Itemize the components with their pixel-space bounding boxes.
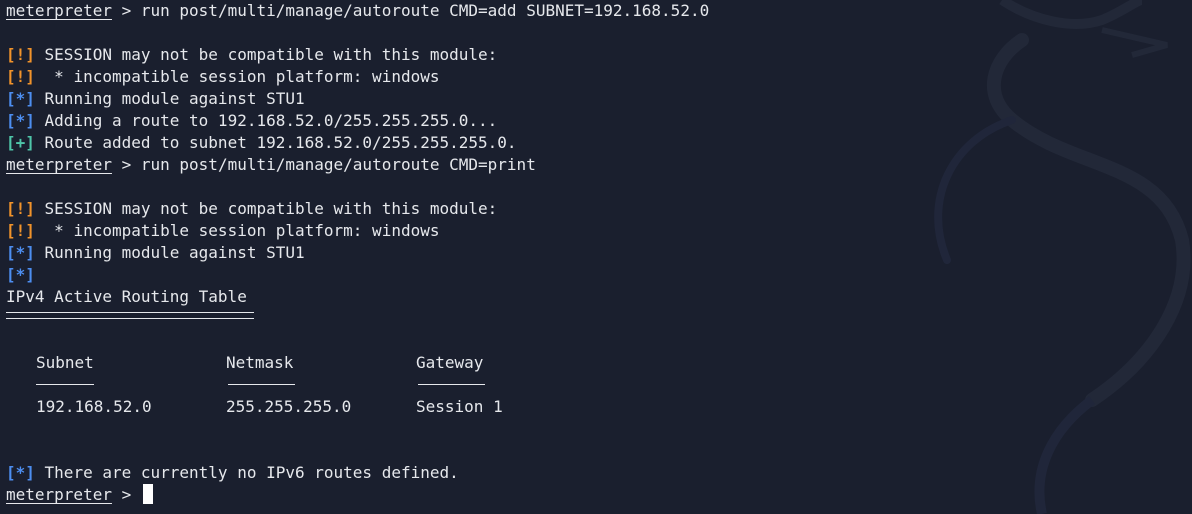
output-line: [*] Adding a route to 192.168.52.0/255.2… [6,110,1186,132]
output-text: Running module against STU1 [34,89,305,108]
info-tag: [*] [6,243,35,262]
text-cursor[interactable] [142,484,153,504]
output-text: Route added to subnet 192.168.52.0/255.2… [34,133,517,152]
info-tag: [*] [6,265,35,284]
info-tag: [*] [6,89,35,108]
output-line: [*] There are currently no IPv6 routes d… [6,462,1186,484]
cell-netmask: 255.255.255.0 [226,397,352,416]
success-tag: [+] [6,133,35,152]
header-gateway: Gateway [416,353,484,372]
output-line: [!] * incompatible session platform: win… [6,66,1186,88]
output-text: Running module against STU1 [34,243,305,262]
command-text: run post/multi/manage/autoroute CMD=add … [140,1,710,20]
routing-table-header: Subnet Netmask Gateway [6,352,1186,374]
active-prompt-line[interactable]: meterpreter > [6,484,1186,506]
prompt-separator: > [111,155,141,174]
command-line: meterpreter > run post/multi/manage/auto… [6,154,1186,176]
command-line: meterpreter > run post/multi/manage/auto… [6,0,1186,22]
info-tag: [*] [6,111,35,130]
routing-table-title-underline [6,308,1186,330]
routing-table-title: IPv4 Active Routing Table [6,287,247,306]
warning-tag: [!] [6,45,35,64]
header-rule [36,384,94,385]
prompt-label: meterpreter [6,155,112,174]
table-row: 192.168.52.0 255.255.255.0 Session 1 [6,396,1186,418]
output-text: * incompatible session platform: windows [34,67,440,86]
routing-table-header-rule [6,374,1186,396]
header-rule [228,384,295,385]
warning-tag: [!] [6,221,35,240]
output-text: SESSION may not be compatible with this … [34,45,498,64]
command-text: run post/multi/manage/autoroute CMD=prin… [140,155,536,174]
output-line: [!] * incompatible session platform: win… [6,220,1186,242]
prompt-separator: > [111,1,141,20]
output-line: [*] Running module against STU1 [6,88,1186,110]
output-line: [*] [6,264,1186,286]
output-line: [+] Route added to subnet 192.168.52.0/2… [6,132,1186,154]
terminal-output: meterpreter > run post/multi/manage/auto… [6,0,1186,506]
output-line: [!] SESSION may not be compatible with t… [6,198,1186,220]
output-line: [*] Running module against STU1 [6,242,1186,264]
warning-tag: [!] [6,67,35,86]
prompt-separator: > [111,485,141,504]
header-subnet: Subnet [36,353,94,372]
output-line: [!] SESSION may not be compatible with t… [6,44,1186,66]
prompt-label: meterpreter [6,1,112,20]
cell-gateway: Session 1 [416,397,503,416]
cell-subnet: 192.168.52.0 [36,397,152,416]
header-rule [418,384,485,385]
output-text: There are currently no IPv6 routes defin… [34,463,459,482]
warning-tag: [!] [6,199,35,218]
output-text: * incompatible session platform: windows [34,221,440,240]
output-text: Adding a route to 192.168.52.0/255.255.2… [34,111,498,130]
output-text: SESSION may not be compatible with this … [34,199,498,218]
header-netmask: Netmask [226,353,294,372]
